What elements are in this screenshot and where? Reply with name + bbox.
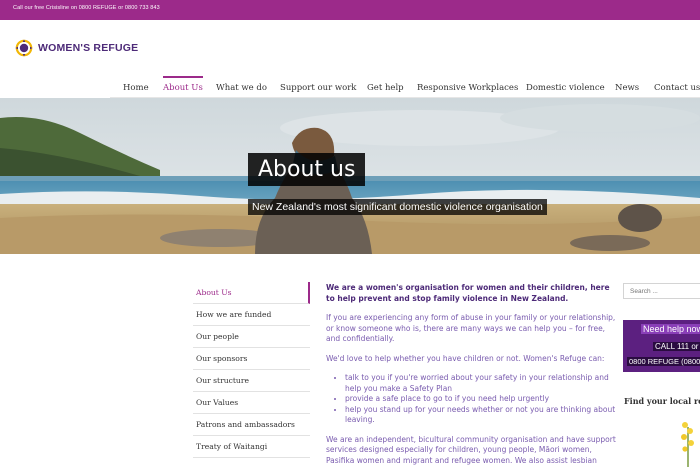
nav-support-our-work[interactable]: Support our work <box>280 76 356 98</box>
flower-image <box>681 422 694 467</box>
services-list-item: provide a safe place to go to if you nee… <box>345 394 616 405</box>
services-list-item: talk to you if you're worried about your… <box>345 373 616 394</box>
services-list: talk to you if you're worried about your… <box>345 373 616 426</box>
brand-name: WOMEN'S REFUGE <box>38 42 139 54</box>
hero-title: About us <box>248 153 366 186</box>
main-nav: Home About Us What we do Support our wor… <box>0 76 700 98</box>
nav-contact-us[interactable]: Contact us <box>654 76 700 98</box>
submenu-our-sponsors[interactable]: Our sponsors <box>193 348 310 370</box>
logo-icon <box>15 39 33 57</box>
nav-news[interactable]: News <box>615 76 639 98</box>
submenu-our-values[interactable]: Our Values <box>193 392 310 414</box>
main-content: We are a women's organisation for women … <box>326 283 616 467</box>
submenu-patrons-ambassadors[interactable]: Patrons and ambassadors <box>193 414 310 436</box>
nav-what-we-do[interactable]: What we do <box>216 76 267 98</box>
submenu-how-we-are-funded[interactable]: How we are funded <box>193 304 310 326</box>
crisisline-text: Call our free Crisisline on 0800 REFUGE … <box>13 5 160 11</box>
search-input[interactable] <box>623 283 700 299</box>
nav-responsive-workplaces[interactable]: Responsive Workplaces <box>417 76 518 98</box>
hero-subtitle: New Zealand's most significant domestic … <box>248 199 547 215</box>
find-local-refuge-heading: Find your local refu <box>624 396 700 406</box>
hero-banner: About us New Zealand's most significant … <box>0 98 700 254</box>
banner-line-2: CALL 111 or <box>653 342 700 351</box>
top-bar: Call our free Crisisline on 0800 REFUGE … <box>0 0 700 20</box>
nav-home[interactable]: Home <box>123 76 149 98</box>
intro-paragraph-2: We'd love to help whether you have child… <box>326 353 605 363</box>
nav-about-us[interactable]: About Us <box>163 76 203 98</box>
about-submenu: About Us How we are funded Our people Ou… <box>193 282 310 458</box>
services-list-item: help you stand up for your needs whether… <box>345 405 616 426</box>
intro-paragraph-1: If you are experiencing any form of abus… <box>326 313 616 343</box>
intro-lead: We are a women's organisation for women … <box>326 283 610 303</box>
submenu-our-structure[interactable]: Our structure <box>193 370 310 392</box>
submenu-treaty-of-waitangi[interactable]: Treaty of Waitangi <box>193 436 310 458</box>
site-logo[interactable]: WOMEN'S REFUGE <box>14 38 138 58</box>
banner-line-3: 0800 REFUGE (0800 <box>627 357 700 366</box>
submenu-our-people[interactable]: Our people <box>193 326 310 348</box>
banner-line-1: Need help now <box>641 324 700 334</box>
nav-domestic-violence[interactable]: Domestic violence <box>526 76 605 98</box>
need-help-banner[interactable]: Need help now CALL 111 or 0800 REFUGE (0… <box>623 320 700 372</box>
nav-get-help[interactable]: Get help <box>367 76 404 98</box>
submenu-about-us[interactable]: About Us <box>193 282 310 304</box>
intro-paragraph-3: We are an independent, bicultural commun… <box>326 434 616 467</box>
